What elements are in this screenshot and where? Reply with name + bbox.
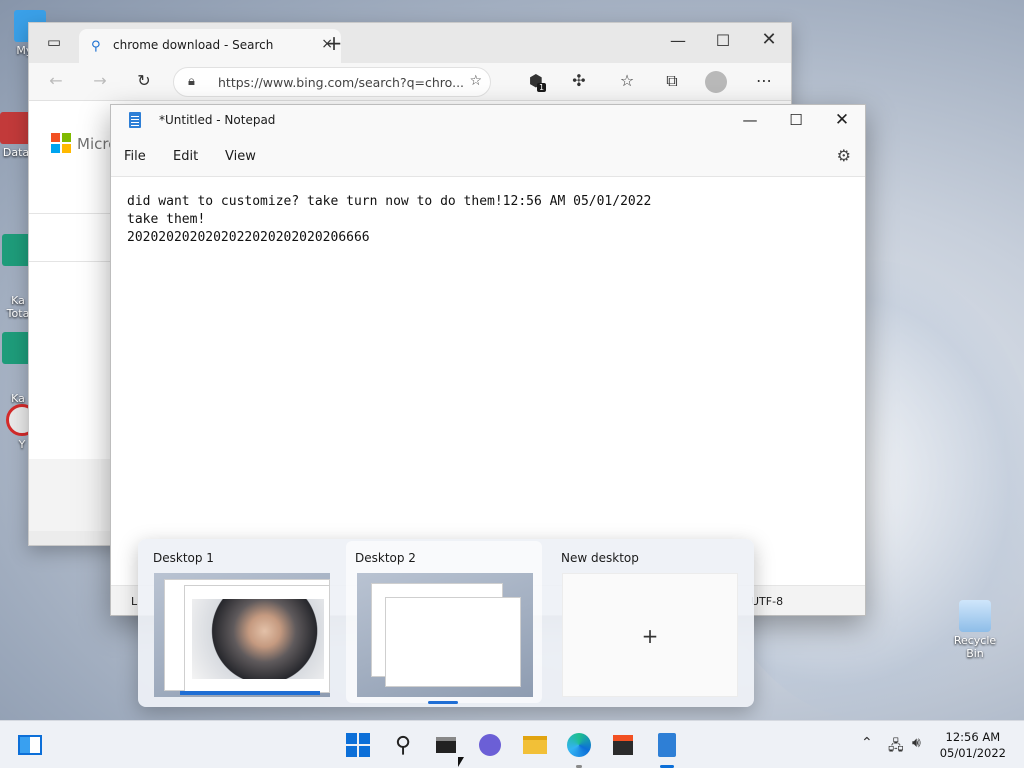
divider (29, 213, 111, 214)
start-button-icon[interactable] (344, 731, 372, 759)
clock-date: 05/01/2022 (939, 746, 1006, 760)
file-explorer-icon[interactable] (521, 731, 549, 759)
desktop-card-new[interactable]: New desktop + (550, 541, 746, 703)
extension-badge: 1 (537, 83, 547, 92)
clock[interactable]: 12:56 AM 05/01/2022 (940, 729, 1006, 761)
menu-view[interactable]: View (225, 149, 256, 164)
chat-icon[interactable] (476, 731, 504, 759)
tab-title: chrome download - Search (113, 38, 274, 52)
desktop-label: Desktop 1 (153, 551, 214, 565)
new-desktop-thumbnail: + (562, 573, 738, 697)
close-window-icon[interactable]: ✕ (819, 105, 865, 137)
extension-shield-icon[interactable]: ⬢ 1 (525, 71, 547, 92)
edge-tab-active[interactable]: ⚲ chrome download - Search × (79, 29, 341, 63)
back-icon[interactable]: ← (45, 71, 67, 90)
address-url: https://www.bing.com/search?q=chro... (218, 75, 465, 90)
taskbar: ⚲ ⌃ 🖧︎ 🔊︎ 12:56 AM 05/01/2022 (0, 720, 1024, 768)
content-block (29, 459, 111, 539)
profile-icon[interactable] (705, 71, 727, 93)
tab-actions-icon[interactable]: ▭ (43, 33, 65, 51)
settings-gear-icon[interactable]: ⚙ (837, 146, 851, 165)
volume-icon[interactable]: 🔊︎ (912, 735, 921, 751)
active-desktop-indicator (428, 701, 458, 704)
clock-time: 12:56 AM (945, 730, 1001, 744)
menu-bar: File Edit View ⚙ (111, 137, 865, 177)
desktop-thumbnail (154, 573, 330, 697)
desktop-label: New desktop (561, 551, 639, 565)
edge-titlebar[interactable]: ▭ ⚲ chrome download - Search × + — ☐ ✕ (29, 23, 791, 63)
mini-window (385, 597, 521, 687)
desktop-card-1[interactable]: Desktop 1 (140, 541, 336, 703)
photo-thumbnail (192, 599, 324, 679)
status-encoding: UTF-8 (751, 595, 784, 608)
menu-edit[interactable]: Edit (173, 149, 198, 164)
window-title: *Untitled - Notepad (159, 113, 276, 127)
notepad-taskbar-icon[interactable] (653, 731, 681, 759)
task-view-icon[interactable] (432, 731, 460, 759)
microsoft-logo-icon (51, 133, 71, 153)
status-position: L (131, 595, 138, 608)
desktop-icon-recycle-bin[interactable]: Recycle Bin (944, 600, 1006, 660)
minimize-icon[interactable]: — (727, 105, 773, 137)
collections-icon[interactable]: ⧉ (661, 71, 683, 91)
text-editor[interactable]: did want to customize? take turn now to … (111, 177, 865, 585)
more-options-icon[interactable]: ⋯ (753, 71, 775, 90)
search-icon: ⚲ (91, 39, 101, 54)
edge-toolbar: ← → ↻ 🔒︎ https://www.bing.com/search?q=c… (29, 63, 791, 101)
address-bar[interactable]: 🔒︎ https://www.bing.com/search?q=chro...… (173, 67, 491, 97)
maximize-icon[interactable]: ☐ (773, 105, 819, 137)
maximize-icon[interactable]: ☐ (712, 31, 734, 50)
add-favorite-icon[interactable]: ☆ (469, 73, 482, 89)
search-icon[interactable]: ⚲ (389, 731, 417, 759)
desktop-label: Desktop 2 (355, 551, 416, 565)
desktop-icon-label: Recycle Bin (953, 634, 997, 660)
plus-icon: + (641, 624, 659, 648)
close-window-icon[interactable]: ✕ (758, 29, 780, 50)
widgets-icon[interactable] (16, 731, 44, 759)
recycle-bin-icon (959, 600, 991, 632)
edge-browser-icon[interactable] (565, 731, 593, 759)
menu-file[interactable]: File (124, 149, 146, 164)
mouse-cursor-icon (458, 757, 464, 767)
desktop-card-2[interactable]: Desktop 2 (346, 541, 542, 703)
network-icon[interactable]: 🖧︎ (888, 735, 904, 759)
refresh-icon[interactable]: ↻ (133, 71, 155, 90)
forward-icon[interactable]: → (89, 71, 111, 90)
task-view-desktops: Desktop 1 Desktop 2 New desktop + (138, 539, 754, 707)
store-icon[interactable] (609, 731, 637, 759)
chevron-up-icon[interactable]: ⌃ (861, 735, 873, 751)
extensions-icon[interactable]: ✣ (568, 71, 590, 90)
divider (29, 261, 111, 262)
desktop-thumbnail (357, 573, 533, 697)
new-tab-icon[interactable]: + (323, 31, 345, 55)
lock-icon: 🔒︎ (188, 74, 195, 89)
notepad-icon (129, 112, 141, 128)
notepad-titlebar[interactable]: *Untitled - Notepad — ☐ ✕ (111, 105, 865, 137)
thumbnail-accent-bar (180, 691, 320, 695)
minimize-icon[interactable]: — (667, 31, 689, 50)
favorites-icon[interactable]: ☆ (616, 71, 638, 90)
